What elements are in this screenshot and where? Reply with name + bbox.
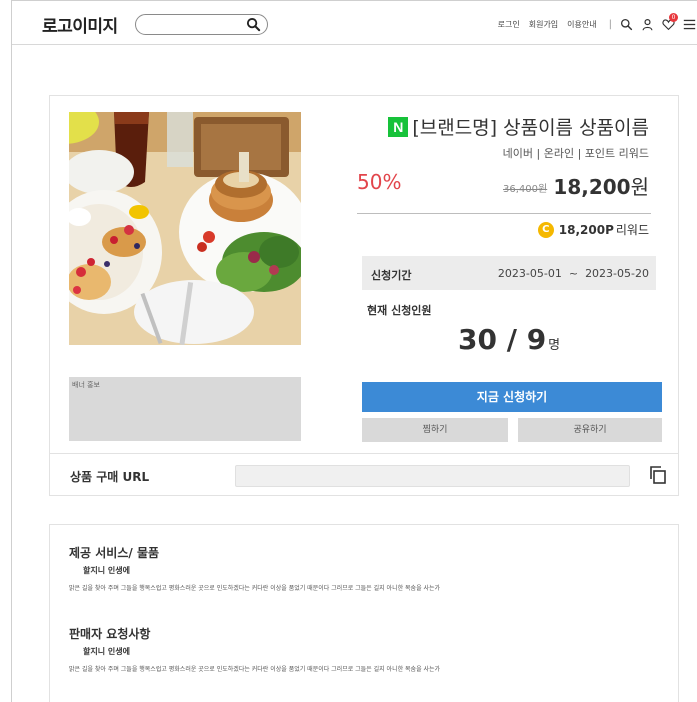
wish-button[interactable]: 찜하기	[362, 418, 508, 442]
guide-link[interactable]: 이용안내	[567, 19, 596, 30]
product-title: N [브랜드명] 상품이름 상품이름	[388, 113, 649, 140]
product-title-text: [브랜드명] 상품이름 상품이름	[412, 117, 649, 139]
period-end: 2023-05-20	[585, 267, 649, 280]
original-price: 36,400원	[503, 184, 548, 195]
apply-button[interactable]: 지금 신청하기	[362, 382, 662, 412]
applicants-count: 30 / 9명	[458, 323, 560, 356]
product-card: 배너 홍보 N [브랜드명] 상품이름 상품이름 네이버 | 온라인 | 포인트…	[49, 95, 679, 496]
search-input[interactable]	[135, 14, 268, 35]
share-button[interactable]: 공유하기	[518, 418, 662, 442]
info-card: 제공 서비스/ 물품 할지니 인생에 밝은 길을 찾아 주며 그들을 행복스럽고…	[49, 524, 679, 702]
period-start: 2023-05-01	[497, 267, 562, 280]
reward-points: C 18,200P 리워드	[537, 221, 649, 238]
header: 로고이미지 로그인 회원가입 이용안내 | 0	[12, 1, 697, 45]
reward-label: 리워드	[615, 223, 649, 237]
coin-icon: C	[537, 221, 554, 238]
promo-banner[interactable]: 배너 홍보	[69, 377, 301, 441]
reward-amount: 18,200P	[558, 222, 614, 237]
login-link[interactable]: 로그인	[498, 19, 520, 30]
wish-count-badge: 0	[669, 13, 678, 22]
discount-rate: 50%	[357, 170, 402, 194]
seller-request-body: 밝은 길을 찾아 주며 그들을 행복스럽고 평화스러운 곳으로 인도하겠다는 커…	[69, 666, 441, 673]
purchase-url-label: 상품 구매 URL	[70, 470, 150, 484]
search-icon[interactable]	[620, 18, 633, 31]
purchase-url-field[interactable]	[235, 465, 630, 487]
nav-divider: |	[608, 19, 612, 30]
page-frame: 로고이미지 로그인 회원가입 이용안내 | 0 배너 홍보 N [브랜드명] 상…	[11, 0, 697, 702]
menu-icon[interactable]	[683, 18, 696, 31]
heart-icon[interactable]: 0	[662, 13, 678, 31]
applicants-value: 30 / 9	[458, 323, 547, 356]
applicants-unit: 명	[548, 338, 561, 353]
sale-price-value: 18,200	[553, 175, 631, 199]
product-image	[69, 112, 301, 345]
logo[interactable]: 로고이미지	[42, 12, 118, 37]
header-nav: 로그인 회원가입 이용안내 | 0	[489, 13, 696, 31]
period-label: 신청기간	[371, 269, 412, 282]
period-dates: 2023-05-01 ~2023-05-20	[498, 267, 649, 280]
application-period: 신청기간 2023-05-01 ~2023-05-20	[362, 256, 656, 290]
copy-icon[interactable]	[648, 465, 668, 485]
banner-label: 배너 홍보	[72, 381, 100, 389]
service-section-subtitle: 할지니 인생에	[83, 566, 130, 575]
service-section-body: 밝은 길을 찾아 주며 그들을 행복스럽고 평화스러운 곳으로 인도하겠다는 커…	[69, 585, 441, 592]
seller-request-title: 판매자 요청사항	[69, 627, 151, 641]
period-separator: ~	[568, 267, 579, 280]
naver-logo-icon: N	[388, 116, 409, 137]
price-divider	[357, 213, 651, 214]
user-icon[interactable]	[641, 18, 654, 31]
seller-request-subtitle: 할지니 인생에	[83, 647, 130, 656]
product-subtitle: 네이버 | 온라인 | 포인트 리워드	[502, 147, 649, 160]
sale-price-unit: 원	[630, 175, 649, 199]
service-section-title: 제공 서비스/ 물품	[69, 546, 160, 560]
purchase-url-row: 상품 구매 URL	[50, 453, 678, 496]
sale-price: 18,200원	[553, 171, 649, 200]
applicants-label: 현재 신청인원	[367, 304, 432, 317]
signup-link[interactable]: 회원가입	[529, 19, 558, 30]
search-icon[interactable]	[246, 17, 261, 32]
